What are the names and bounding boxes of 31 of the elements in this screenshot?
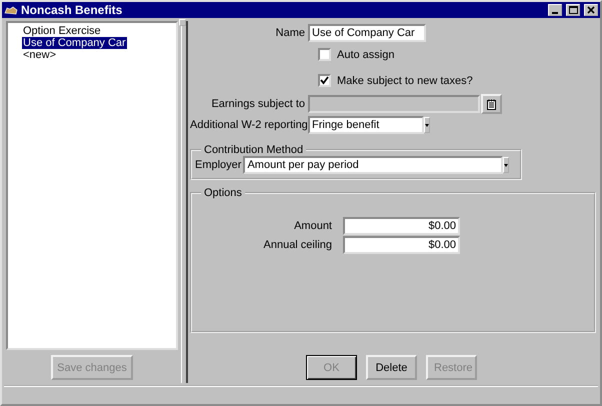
lookup-button[interactable] xyxy=(481,94,502,114)
close-icon xyxy=(587,6,595,14)
name-field[interactable]: Use of Company Car xyxy=(308,24,426,42)
app-icon xyxy=(4,5,18,15)
w2-reporting-dropdown[interactable]: Fringe benefit xyxy=(308,116,424,134)
employer-dropdown[interactable]: Amount per pay period xyxy=(243,156,504,174)
group-title: Options xyxy=(203,187,243,199)
field-label: Annual ceiling xyxy=(262,239,333,251)
list-item[interactable]: Option Exercise xyxy=(22,25,102,37)
notepad-icon xyxy=(487,98,496,110)
checkbox-label: Auto assign xyxy=(337,48,394,60)
dialog-button[interactable]: Delete xyxy=(366,355,417,380)
maximize-icon xyxy=(568,6,578,14)
checkbox-label: Make subject to new taxes? xyxy=(337,74,473,86)
field-label: Name xyxy=(274,27,306,39)
checkbox[interactable] xyxy=(318,74,331,87)
minimize-button[interactable] xyxy=(548,4,562,16)
field-label: Additional W-2 reporting xyxy=(190,119,308,131)
list-item[interactable]: Use of Company Car xyxy=(22,37,127,49)
amount-field[interactable]: $0.00 xyxy=(343,217,460,235)
maximize-button[interactable] xyxy=(566,4,580,16)
field-label: Earnings subject to xyxy=(210,98,306,110)
window-title: Noncash Benefits xyxy=(21,3,124,17)
field-label: Employer xyxy=(195,159,242,171)
amount-field[interactable]: $0.00 xyxy=(343,236,460,254)
close-button[interactable] xyxy=(584,4,598,16)
checkbox[interactable] xyxy=(318,48,331,61)
list-item[interactable]: <new> xyxy=(22,49,58,61)
field-label: Amount xyxy=(293,220,333,232)
group-title: Contribution Method xyxy=(203,144,304,156)
splitter-handle[interactable] xyxy=(179,19,186,26)
